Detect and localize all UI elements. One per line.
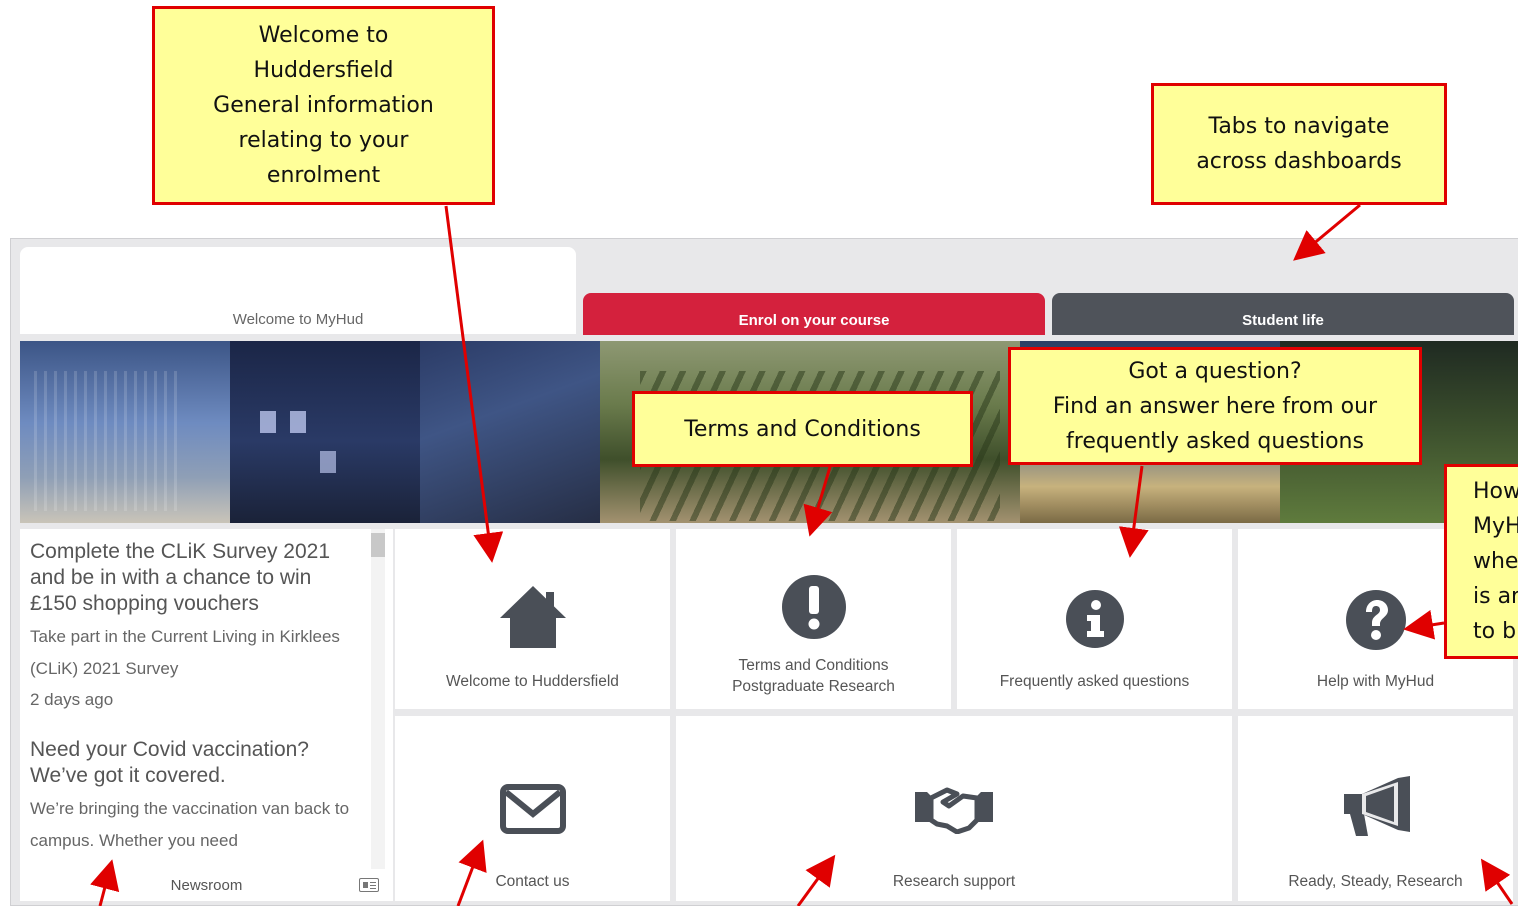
newsroom-panel: Complete the CLiK Survey 2021 and be in … <box>20 529 393 901</box>
callout-text: Terms and Conditions <box>684 416 921 442</box>
envelope-icon <box>499 784 566 834</box>
tab-enrol-on-your-course[interactable]: Enrol on your course <box>583 293 1045 335</box>
news-scrollbar[interactable] <box>371 529 385 869</box>
tab-welcome-to-myhud[interactable]: Welcome to MyHud <box>20 247 576 334</box>
home-icon <box>499 586 566 648</box>
news-description: Take part in the Current Living in Kirkl… <box>30 627 340 678</box>
news-time: 2 days ago <box>30 690 114 709</box>
news-title[interactable]: Complete the CLiK Survey 2021 and be in … <box>30 539 360 617</box>
tile-label: Frequently asked questions <box>999 673 1190 690</box>
info-circle-icon <box>1065 590 1124 648</box>
callout-text: General information <box>213 93 434 118</box>
callout-terms: Terms and Conditions <box>632 391 973 467</box>
handshake-icon <box>915 787 993 834</box>
tile-ready-steady-research[interactable]: Ready, Steady, Research <box>1238 716 1513 901</box>
tile-frequently-asked-questions[interactable]: Frequently asked questions <box>957 529 1232 709</box>
tile-terms-and-conditions[interactable]: Terms and Conditions Postgraduate Resear… <box>676 529 951 709</box>
tile-label: Contact us <box>495 873 570 890</box>
news-list: Complete the CLiK Survey 2021 and be in … <box>30 539 360 859</box>
megaphone-icon <box>1343 776 1410 836</box>
newsroom-footer[interactable]: Newsroom <box>20 869 393 901</box>
news-item[interactable]: Need your Covid vaccination? We’ve got i… <box>30 737 360 857</box>
news-description: We’re bringing the vaccination van back … <box>30 799 350 850</box>
callout-text: across dashboards <box>1196 149 1402 174</box>
tile-welcome-to-huddersfield[interactable]: Welcome to Huddersfield <box>395 529 670 709</box>
callout-text: enrolment <box>266 163 381 188</box>
callout-text: whe <box>1473 549 1518 574</box>
tile-label: Help with MyHud <box>1316 673 1435 690</box>
callout-text: Huddersfield <box>253 58 394 83</box>
news-scroll-thumb[interactable] <box>371 533 385 557</box>
tile-label: Welcome to Huddersfield <box>446 673 619 690</box>
portal-dashboard: Welcome to MyHud Enrol on your course St… <box>10 238 1518 906</box>
callout-text: Tabs to navigate <box>1208 114 1390 139</box>
tile-label: Research support <box>892 873 1016 890</box>
tile-label: Terms and Conditions Postgraduate Resear… <box>732 657 895 695</box>
exclamation-circle-icon <box>781 575 846 639</box>
newspaper-icon[interactable] <box>359 878 379 892</box>
callout-text: Got a question? <box>1128 358 1302 384</box>
callout-text: is an <box>1473 584 1518 609</box>
callout-faq: Got a question? Find an answer here from… <box>1008 347 1422 465</box>
callout-help: How MyH whe is an to b <box>1444 464 1518 659</box>
news-title[interactable]: Need your Covid vaccination? We’ve got i… <box>30 737 360 789</box>
newsroom-label[interactable]: Newsroom <box>171 877 243 894</box>
callout-text: to b <box>1473 619 1517 644</box>
tab-student-life[interactable]: Student life <box>1052 293 1514 335</box>
callout-text: Find an answer here from our <box>1052 393 1378 419</box>
tile-label: Ready, Steady, Research <box>1288 873 1463 890</box>
callout-welcome: Welcome to Huddersfield General informat… <box>152 6 495 205</box>
callout-text: frequently asked questions <box>1066 428 1364 454</box>
question-circle-icon <box>1345 590 1406 650</box>
callout-tabs: Tabs to navigate across dashboards <box>1151 83 1447 205</box>
callout-text: Welcome to <box>258 23 389 48</box>
tile-contact-us[interactable]: Contact us <box>395 716 670 901</box>
callout-text: MyH <box>1473 514 1518 539</box>
callout-text: relating to your <box>238 128 409 153</box>
tile-research-support[interactable]: Research support <box>676 716 1232 901</box>
callout-text: How <box>1473 479 1518 504</box>
news-item[interactable]: Complete the CLiK Survey 2021 and be in … <box>30 539 360 715</box>
